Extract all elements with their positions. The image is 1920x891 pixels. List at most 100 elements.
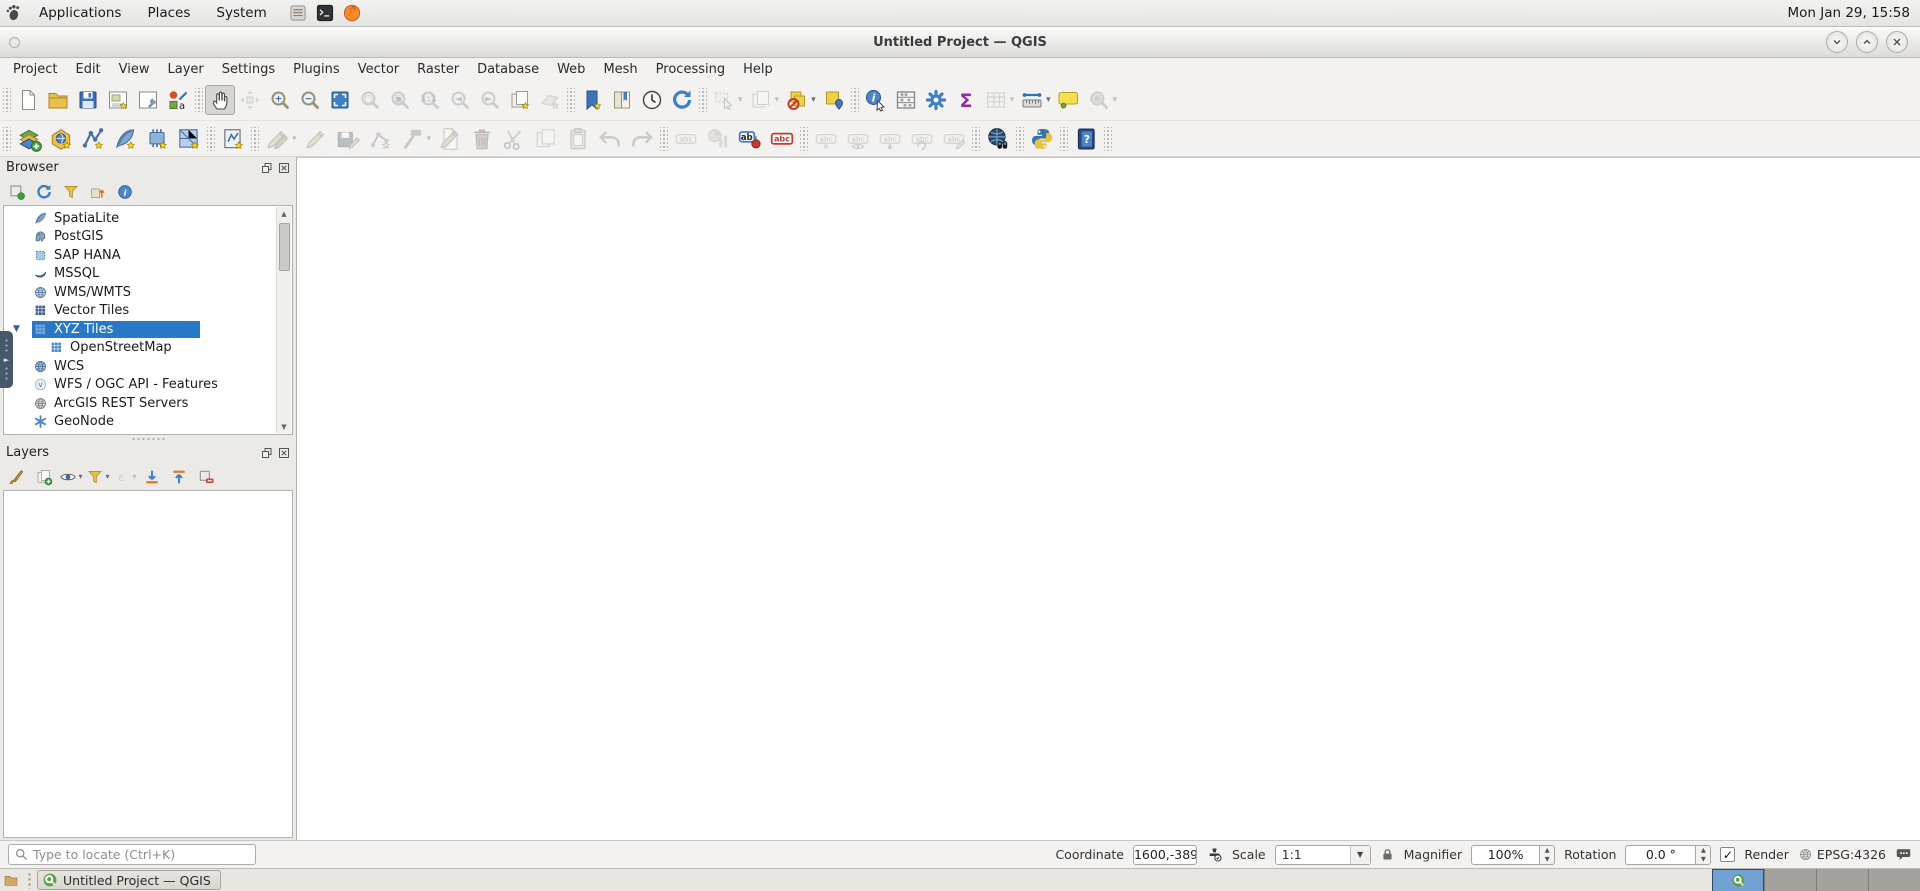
processing-toolbox-button[interactable] bbox=[921, 85, 951, 115]
menu-processing[interactable]: Processing bbox=[647, 58, 734, 80]
zoom-in-button[interactable]: + bbox=[265, 85, 295, 115]
taskbar-window-button[interactable]: Untitled Project — QGIS bbox=[37, 870, 221, 890]
filter-browser-button[interactable] bbox=[59, 180, 83, 204]
remove-layer-group-button[interactable] bbox=[194, 465, 218, 489]
field-calculator-button[interactable] bbox=[891, 85, 921, 115]
browser-float-button[interactable] bbox=[260, 161, 273, 174]
layers-list-empty[interactable] bbox=[3, 490, 293, 838]
file-manager-launcher[interactable] bbox=[288, 3, 309, 24]
save-project-button[interactable] bbox=[73, 85, 103, 115]
statistical-summary-button[interactable]: Σ bbox=[951, 85, 981, 115]
menu-raster[interactable]: Raster bbox=[408, 58, 468, 80]
gnome-foot-icon[interactable] bbox=[0, 3, 26, 23]
zoom-full-button[interactable] bbox=[325, 85, 355, 115]
layer-labeling-options-button[interactable]: ab bbox=[734, 124, 766, 154]
browser-close-button[interactable] bbox=[277, 161, 290, 174]
new-print-layout-button[interactable] bbox=[103, 85, 133, 115]
panel-splitter[interactable] bbox=[0, 435, 296, 442]
browser-item-wms-wmts[interactable]: WMS/WMTS bbox=[4, 283, 292, 302]
show-spatial-bookmarks-button[interactable] bbox=[607, 85, 637, 115]
render-checkbox[interactable] bbox=[1720, 847, 1736, 862]
help-contents-button[interactable]: ? bbox=[1070, 124, 1102, 154]
firefox-launcher[interactable] bbox=[342, 3, 363, 24]
scale-combo[interactable]: 1:1 ▼ bbox=[1274, 844, 1371, 865]
tree-item-cell[interactable]: GeoNode bbox=[32, 413, 119, 431]
magnifier-input[interactable] bbox=[1471, 844, 1540, 865]
tree-item-cell[interactable]: PostGIS bbox=[32, 228, 108, 246]
tree-item-cell[interactable]: SAP HANA bbox=[32, 247, 126, 265]
minimize-button[interactable] bbox=[1826, 31, 1848, 53]
menu-edit[interactable]: Edit bbox=[66, 58, 109, 80]
open-project-button[interactable] bbox=[43, 85, 73, 115]
workspace-3[interactable] bbox=[1816, 868, 1868, 891]
add-group-button[interactable] bbox=[32, 465, 56, 489]
new-spatial-bookmark-button[interactable] bbox=[577, 85, 607, 115]
magnifier-spin-down-icon[interactable]: ▼ bbox=[1540, 855, 1554, 864]
message-log-icon[interactable] bbox=[1895, 846, 1912, 863]
coordinate-extents-toggle-icon[interactable] bbox=[1206, 846, 1223, 863]
enable-properties-widget-button[interactable]: i bbox=[113, 180, 137, 204]
identify-features-button[interactable]: i bbox=[861, 85, 891, 115]
tree-item-cell[interactable]: WCS bbox=[32, 358, 89, 376]
menu-mesh[interactable]: Mesh bbox=[594, 58, 646, 80]
dropdown-caret-icon[interactable]: ▾ bbox=[811, 95, 816, 105]
browser-item-spatialite[interactable]: SpatiaLite bbox=[4, 209, 292, 228]
layers-float-button[interactable] bbox=[260, 446, 273, 459]
browser-item-geonode[interactable]: GeoNode bbox=[4, 413, 292, 432]
tree-item-cell[interactable]: ArcGIS REST Servers bbox=[32, 395, 193, 413]
menu-vector[interactable]: Vector bbox=[349, 58, 408, 80]
collapse-all-button[interactable] bbox=[86, 180, 110, 204]
dropdown-caret-icon[interactable]: ▾ bbox=[78, 472, 82, 481]
browser-item-postgis[interactable]: PostGIS bbox=[4, 228, 292, 247]
style-manager-button[interactable]: a bbox=[163, 85, 193, 115]
collapse-all-layers-button[interactable] bbox=[167, 465, 191, 489]
places-menu[interactable]: Places bbox=[134, 0, 203, 26]
scroll-thumb[interactable] bbox=[278, 223, 290, 271]
tree-item-cell[interactable]: SpatiaLite bbox=[32, 210, 124, 228]
applications-menu[interactable]: Applications bbox=[26, 0, 134, 26]
window-titlebar[interactable]: Untitled Project — QGIS bbox=[0, 27, 1920, 58]
close-button[interactable] bbox=[1886, 31, 1908, 53]
new-spatialite-layer-button[interactable] bbox=[109, 124, 141, 154]
tree-item-cell[interactable]: Vector Tiles bbox=[32, 302, 134, 320]
browser-item-sap-hana[interactable]: SAP HANA bbox=[4, 246, 292, 265]
temporal-controller-button[interactable] bbox=[637, 85, 667, 115]
refresh-browser-button[interactable] bbox=[32, 180, 56, 204]
map-canvas[interactable] bbox=[296, 157, 1920, 840]
manage-map-themes-button[interactable]: ▾ bbox=[59, 465, 83, 489]
deselect-all-layers-button[interactable]: ▾ bbox=[782, 85, 819, 115]
scroll-down-icon[interactable]: ▼ bbox=[281, 420, 286, 433]
show-layout-manager-button[interactable] bbox=[133, 85, 163, 115]
file-browser-applet-icon[interactable] bbox=[3, 872, 19, 888]
add-selected-layers-button[interactable] bbox=[5, 180, 29, 204]
menu-web[interactable]: Web bbox=[548, 58, 594, 80]
new-virtual-layer-button[interactable] bbox=[141, 124, 173, 154]
browser-item-xyz-tiles[interactable]: ▼ XYZ Tiles bbox=[4, 320, 292, 339]
tree-item-cell[interactable]: WMS/WMTS bbox=[32, 284, 136, 302]
python-console-button[interactable] bbox=[1026, 124, 1058, 154]
maximize-button[interactable] bbox=[1856, 31, 1878, 53]
rotation-spin-up-icon[interactable]: ▲ bbox=[1696, 846, 1710, 855]
layers-close-button[interactable] bbox=[277, 446, 290, 459]
system-menu[interactable]: System bbox=[203, 0, 279, 26]
scale-dropdown-caret[interactable]: ▼ bbox=[1349, 845, 1370, 864]
menu-layer[interactable]: Layer bbox=[159, 58, 213, 80]
menu-plugins[interactable]: Plugins bbox=[284, 58, 349, 80]
scroll-up-icon[interactable]: ▲ bbox=[281, 207, 286, 220]
new-shapefile-layer-button[interactable] bbox=[77, 124, 109, 154]
refresh-map-button[interactable] bbox=[667, 85, 697, 115]
browser-item-arcgis-rest-servers[interactable]: ArcGIS REST Servers bbox=[4, 394, 292, 413]
rotation-spin-down-icon[interactable]: ▼ bbox=[1696, 855, 1710, 864]
locator-box[interactable] bbox=[8, 844, 256, 865]
menu-view[interactable]: View bbox=[110, 58, 159, 80]
zoom-out-button[interactable]: − bbox=[295, 85, 325, 115]
tree-item-cell[interactable]: XYZ Tiles bbox=[32, 320, 200, 338]
browser-item-wcs[interactable]: WCS bbox=[4, 357, 292, 376]
dock-edge-handle[interactable]: ► bbox=[0, 331, 13, 388]
workspace-2[interactable] bbox=[1764, 868, 1816, 891]
rotation-input[interactable] bbox=[1625, 844, 1696, 865]
locator-input[interactable] bbox=[33, 847, 250, 862]
tree-item-cell[interactable]: OpenStreetMap bbox=[48, 339, 177, 357]
new-temporary-scratch-layer-button[interactable] bbox=[217, 124, 249, 154]
taskbar-grip[interactable] bbox=[27, 871, 33, 889]
